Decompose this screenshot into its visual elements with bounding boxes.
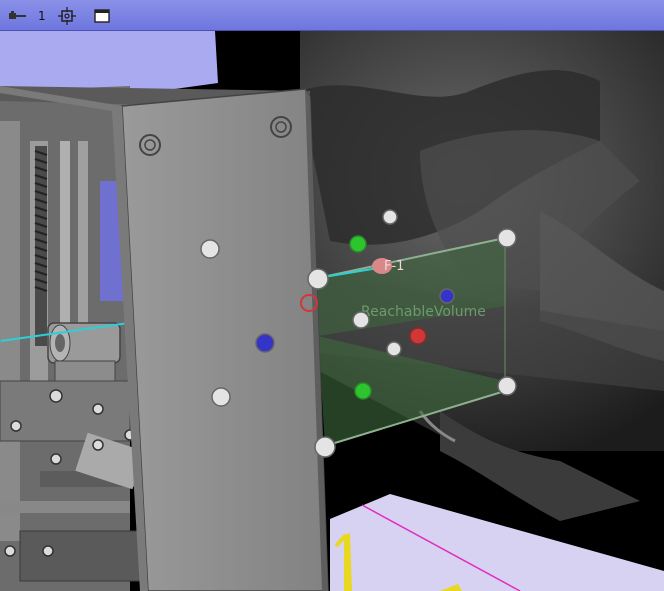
- layout-number-label: 1: [38, 8, 46, 23]
- crosshair-icon: [58, 6, 76, 25]
- handle-white-4[interactable]: [314, 436, 336, 458]
- layout-number: 1: [38, 5, 46, 26]
- handle-white-6[interactable]: [497, 376, 517, 396]
- handle-green-2[interactable]: [349, 235, 367, 253]
- window-icon: [94, 8, 110, 23]
- fiducial-f1[interactable]: F-1: [372, 258, 404, 274]
- handle-white-1[interactable]: [200, 239, 220, 259]
- center-view-button[interactable]: [58, 5, 78, 26]
- handle-white-8[interactable]: [382, 209, 398, 225]
- handle-white-7[interactable]: [352, 311, 370, 329]
- pin-button[interactable]: [8, 5, 30, 26]
- volume-label: ReachableVolume: [361, 304, 486, 320]
- handle-white-9[interactable]: [386, 341, 402, 357]
- fiducial-label: F-1: [384, 259, 404, 274]
- lead-screw: [34, 146, 48, 346]
- handle-white-2[interactable]: [211, 387, 231, 407]
- view-controller-bar: 1: [0, 0, 664, 31]
- handle-green-1[interactable]: [354, 382, 372, 400]
- handle-blue-1[interactable]: [255, 333, 275, 353]
- handle-white-5[interactable]: [497, 228, 517, 248]
- handle-white-3[interactable]: [307, 268, 329, 290]
- pin-icon: [9, 10, 26, 19]
- maximize-view-button[interactable]: [94, 5, 112, 26]
- 3d-scene: F-1 ReachableVolume: [0, 31, 664, 591]
- handle-blue-2[interactable]: [439, 288, 455, 304]
- handle-red-1[interactable]: [409, 327, 427, 345]
- axial-plane: [330, 494, 664, 591]
- slicer-3d-view: 1 F-1 ReachableVolume: [0, 0, 664, 591]
- 3d-render-viewport[interactable]: F-1 ReachableVolume: [0, 31, 664, 591]
